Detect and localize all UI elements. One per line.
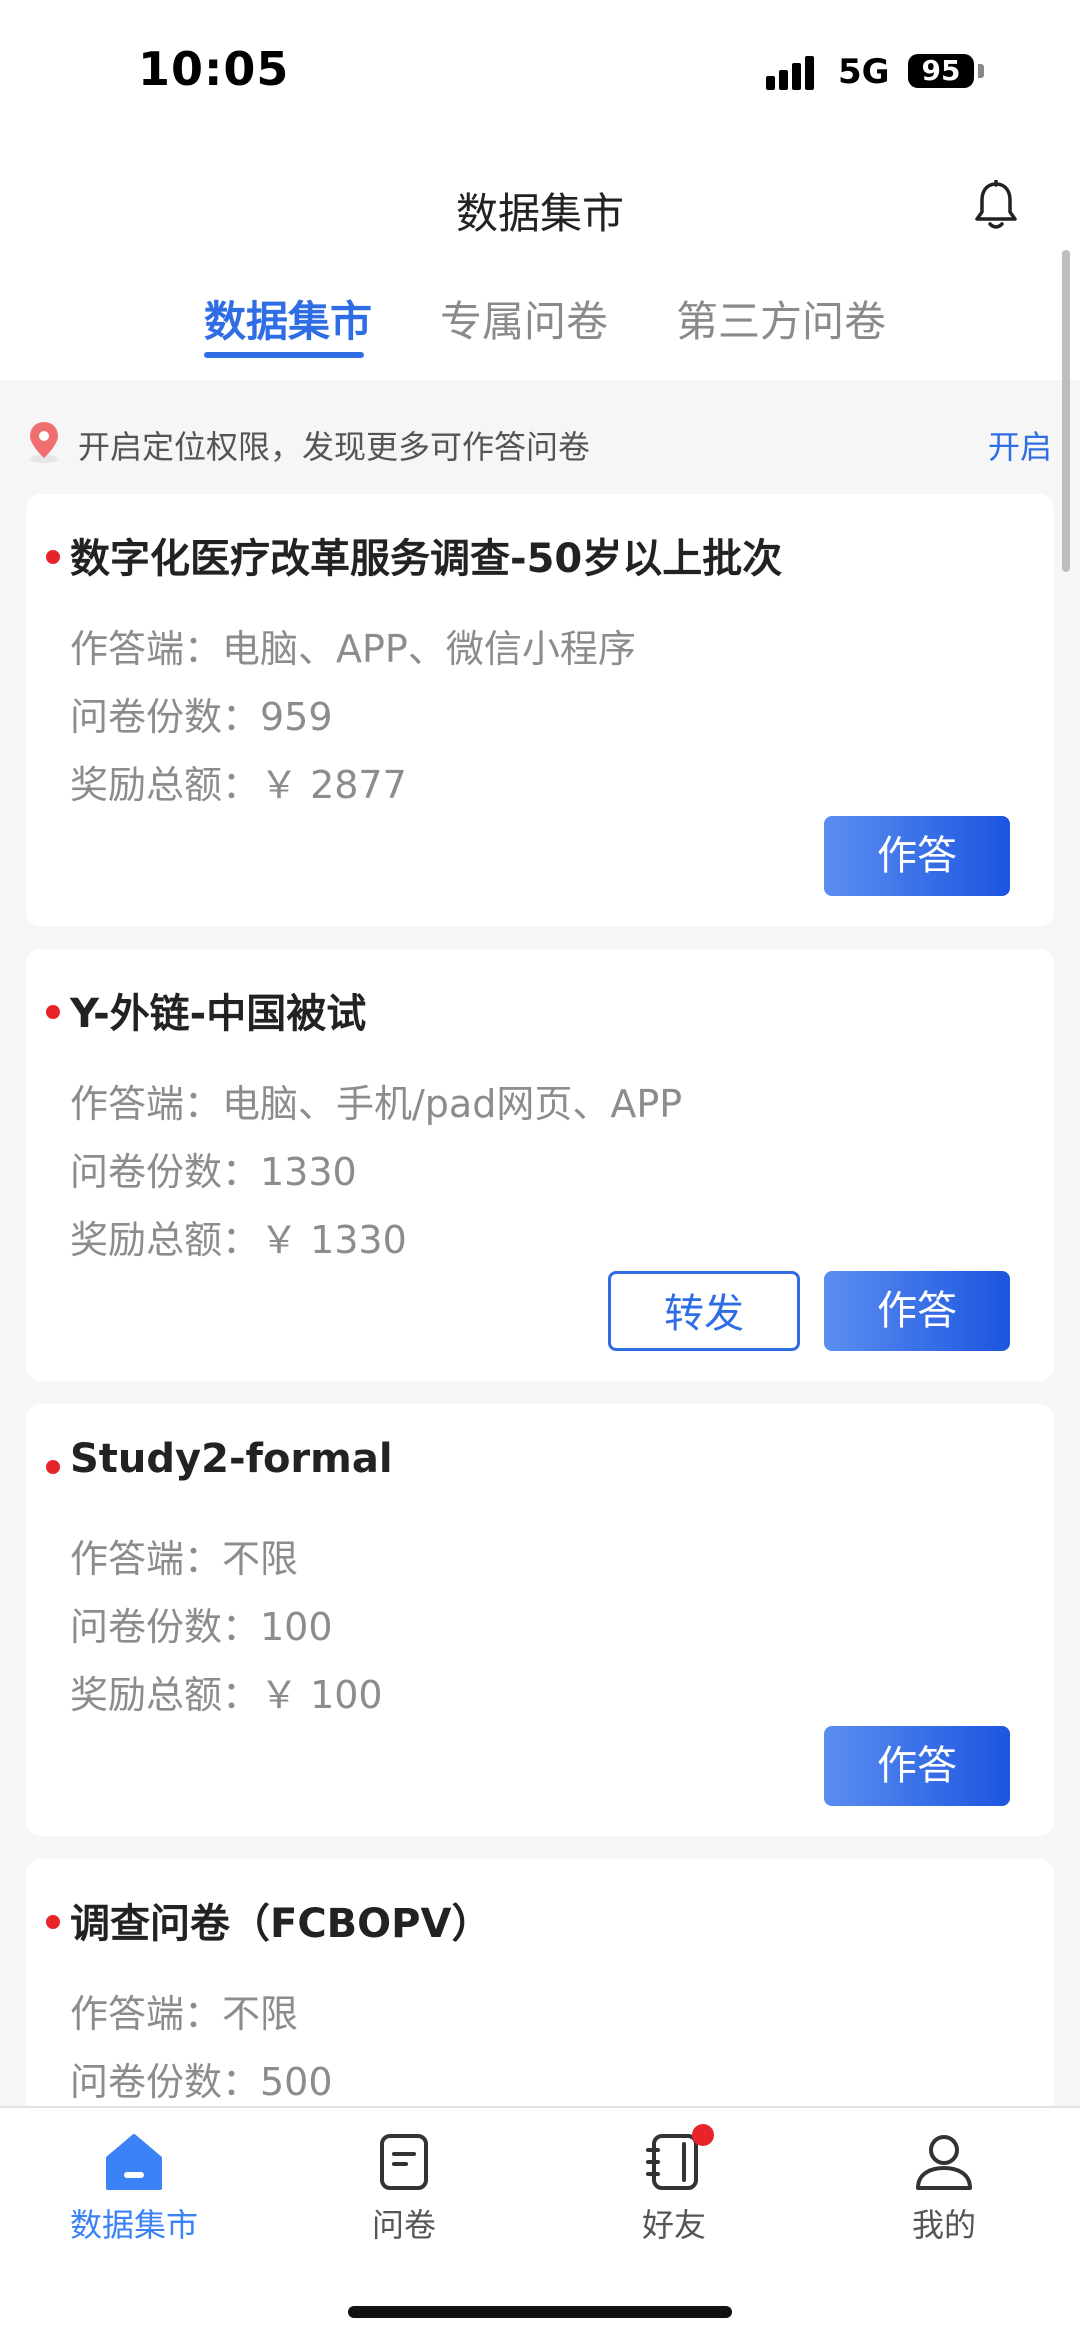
status-bar: 10:05 5G 95 [0,0,1080,150]
nav-data-market[interactable]: 数据集市 [34,2130,234,2246]
network-type: 5G [838,52,890,92]
nav-label: 好友 [641,2206,706,2244]
status-time: 10:05 [138,42,290,96]
page-title: 数据集市 [455,189,624,238]
status-dot [46,1915,60,1929]
answer-button[interactable]: 作答 [824,1271,1010,1351]
answer-button[interactable]: 作答 [824,1726,1010,1806]
tab-exclusive-survey[interactable]: 专属问卷 [440,288,608,349]
tab-data-market[interactable]: 数据集市 [204,288,372,349]
nav-friends[interactable]: 好友 [574,2124,774,2246]
questionnaire-icon [380,2134,428,2190]
survey-reward: 奖励总额：￥ 2877 [70,763,407,807]
tab-bar: 数据集市 专属问卷 第三方问卷 [0,280,1080,380]
home-indicator[interactable] [348,2306,732,2318]
survey-card[interactable]: 数字化医疗改革服务调查-50岁以上批次 作答端：电脑、APP、微信小程序 问卷份… [26,494,1054,926]
signal-icon [766,54,824,90]
survey-card[interactable]: Y-外链-中国被试 作答端：电脑、手机/pad网页、APP 问卷份数：1330 … [26,949,1054,1381]
nav-label: 数据集市 [69,2206,198,2244]
status-dot [46,1005,60,1019]
nav-questionnaire[interactable]: 问卷 [304,2130,504,2246]
location-prompt: 开启定位权限，发现更多可作答问卷 [78,428,591,466]
bell-icon[interactable] [972,180,1020,232]
survey-platform: 作答端：电脑、APP、微信小程序 [70,627,636,671]
enable-location-link[interactable]: 开启 [988,422,1052,468]
survey-count: 问卷份数：1330 [70,1150,357,1194]
profile-icon [916,2135,972,2190]
answer-button[interactable]: 作答 [824,816,1010,896]
status-dot [46,1460,60,1474]
survey-reward: 奖励总额：￥ 1330 [70,1218,407,1262]
battery-tip [978,64,984,78]
share-button[interactable]: 转发 [608,1271,800,1351]
location-pin-icon [30,422,58,463]
tab-third-party-survey[interactable]: 第三方问卷 [676,288,886,349]
active-tab-indicator [204,352,364,358]
header: 数据集市 数据集市 专属问卷 第三方问卷 [0,150,1080,380]
location-permission-bar: 开启定位权限，发现更多可作答问卷 开启 [0,410,1080,470]
survey-count: 问卷份数：100 [70,1605,333,1649]
survey-platform: 作答端：电脑、手机/pad网页、APP [70,1082,683,1126]
nav-label: 问卷 [371,2206,436,2244]
survey-title: 调查问卷（FCBOPV） [70,1901,492,1947]
battery-icon: 95 [908,54,974,88]
survey-platform: 作答端：不限 [70,1992,299,2036]
survey-title: 数字化医疗改革服务调查-50岁以上批次 [70,536,783,582]
survey-title: Y-外链-中国被试 [70,991,367,1037]
survey-count: 问卷份数：500 [70,2060,333,2104]
status-dot [46,550,60,564]
nav-profile[interactable]: 我的 [844,2130,1044,2246]
notification-badge [692,2124,714,2146]
survey-card[interactable]: Study2-formal 作答端：不限 问卷份数：100 奖励总额：￥ 100… [26,1404,1054,1836]
survey-platform: 作答端：不限 [70,1537,299,1581]
survey-reward: 奖励总额：￥ 100 [70,1673,383,1717]
survey-title: Study2-formal [70,1436,393,1482]
survey-count: 问卷份数：959 [70,695,333,739]
app-screen: 10:05 5G 95 数据集市 数据集市 专属问卷 第三方问卷 开启定位权限，… [0,0,1080,2341]
nav-label: 我的 [911,2206,976,2244]
home-icon [106,2134,162,2190]
